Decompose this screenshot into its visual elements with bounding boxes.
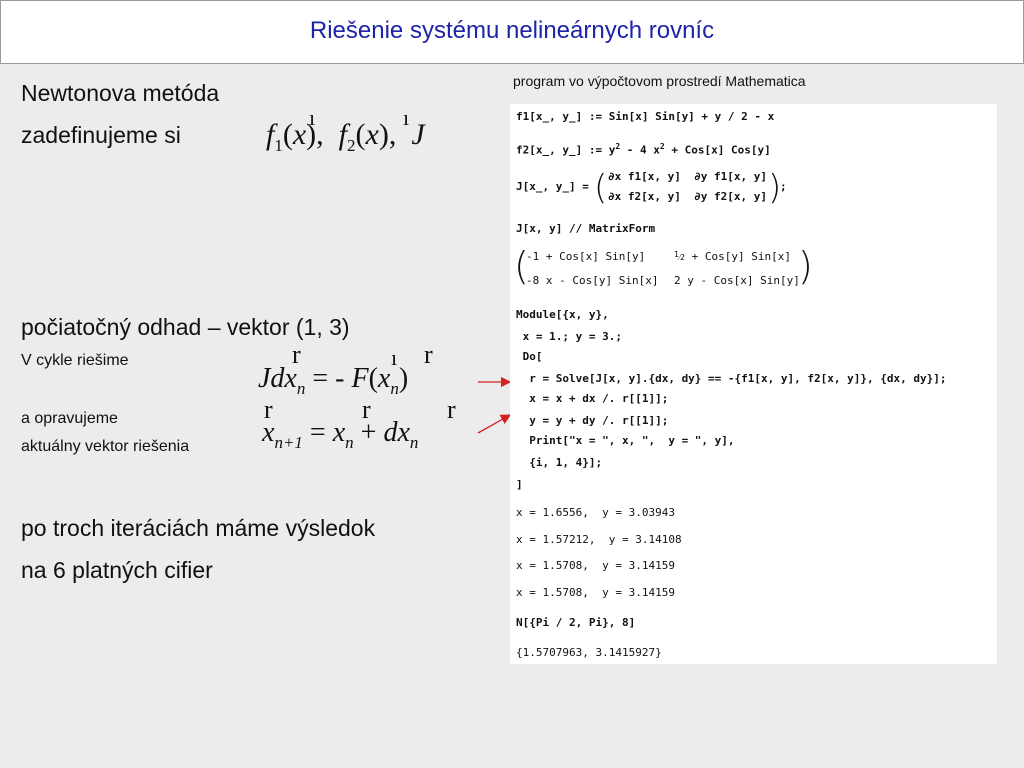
jacobian-left-paren: (	[594, 168, 608, 208]
define-label: zadefinujeme si	[21, 122, 181, 148]
code-update-y: y = y + dy /. r[[1]];	[516, 414, 669, 427]
loop-solve-label: V cykle riešime	[21, 352, 129, 369]
arrow-to-update	[477, 414, 512, 434]
code-module: Module[{x, y},	[516, 308, 609, 321]
code-solve: r = Solve[J[x, y].{dx, dy} == -{f1[x, y]…	[516, 372, 947, 385]
arrow-connectors	[477, 376, 512, 434]
newton-method-label: Newtonova metóda	[21, 80, 220, 106]
result-label-2: na 6 platných cifier	[21, 557, 213, 583]
code-update-x: x = x + dx /. r[[1]];	[516, 392, 669, 405]
code-f2: f2[x_, y_] := y2 - 4 x2 + Cos[x] Cos[y]	[516, 142, 771, 157]
code-iterator: {i, 1, 4}];	[516, 456, 603, 469]
update-label: a opravujeme	[21, 410, 118, 427]
code-print: Print["x = ", x, ", y = ", y],	[516, 434, 735, 447]
matrix-cell-21: -8 x - Cos[y] Sin[x]	[526, 274, 659, 287]
output-line-4: x = 1.5708, y = 3.14159	[516, 586, 675, 599]
matrix-cell-11: -1 + Cos[x] Sin[y]	[526, 250, 646, 263]
slide-title: Riešenie systému nelineárnych rovníc	[309, 17, 715, 44]
mathematica-caption: program vo výpočtovom prostredí Mathemat…	[513, 73, 806, 89]
code-jacobian-row2: ∂x f2[x, y] ∂y f2[x, y]	[608, 190, 767, 203]
matrix-right-paren: )	[798, 244, 813, 288]
matrix-cell-12: 1⁄2 + Cos[y] Sin[x]	[674, 250, 791, 263]
output-line-3: x = 1.5708, y = 3.14159	[516, 559, 675, 572]
code-close: ]	[516, 478, 523, 491]
output-line-1: x = 1.6556, y = 3.03943	[516, 506, 675, 519]
initial-guess-label: počiatočný odhad – vektor (1, 3)	[21, 314, 350, 340]
mathematica-notebook: f1[x_, y_] := Sin[x] Sin[y] + y / 2 - x …	[510, 104, 997, 664]
output-line-2: x = 1.57212, y = 3.14108	[516, 533, 682, 546]
output-result: {1.5707963, 3.1415927}	[516, 646, 662, 659]
matrix-cell-22: 2 y - Cos[x] Sin[y]	[674, 274, 800, 287]
code-n-pi: N[{Pi / 2, Pi}, 8]	[516, 616, 636, 629]
code-f1: f1[x_, y_] := Sin[x] Sin[y] + y / 2 - x	[516, 110, 775, 123]
code-jacobian-semicolon: ;	[780, 180, 787, 193]
current-vector-label: aktuálny vektor riešenia	[21, 438, 190, 455]
code-jacobian-def: J[x_, y_] =	[516, 180, 589, 193]
code-jacobian-row1: ∂x f1[x, y] ∂y f1[x, y]	[608, 170, 767, 183]
code-do: Do[	[516, 350, 543, 363]
code-matrixform: J[x, y] // MatrixForm	[516, 222, 656, 235]
code-init: x = 1.; y = 3.;	[516, 330, 622, 343]
result-label-1: po troch iteráciách máme výsledok	[21, 515, 376, 541]
